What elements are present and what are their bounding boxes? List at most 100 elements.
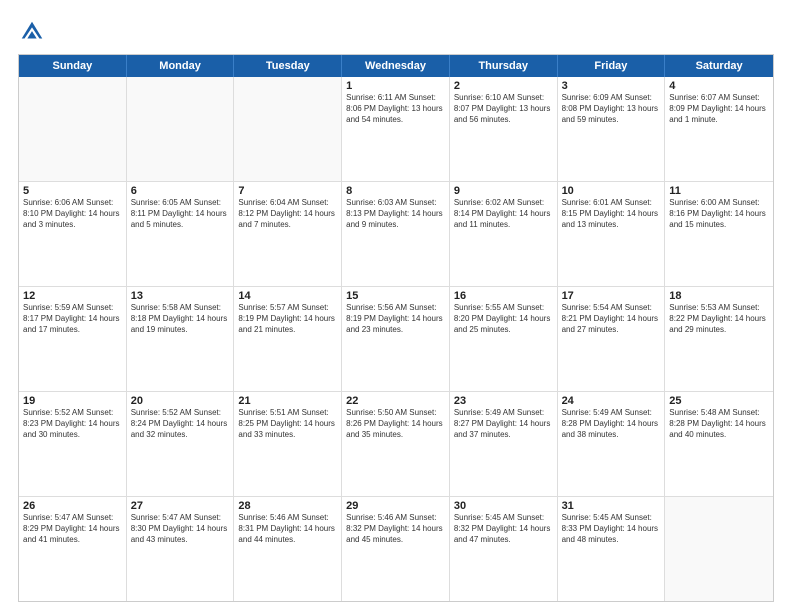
calendar-page: SundayMondayTuesdayWednesdayThursdayFrid… [0,0,792,612]
day-info: Sunrise: 5:47 AM Sunset: 8:30 PM Dayligh… [131,513,230,545]
day-info: Sunrise: 6:09 AM Sunset: 8:08 PM Dayligh… [562,93,661,125]
calendar-cell: 29Sunrise: 5:46 AM Sunset: 8:32 PM Dayli… [342,497,450,601]
day-number: 21 [238,395,337,407]
day-number: 8 [346,185,445,197]
calendar-row-4: 19Sunrise: 5:52 AM Sunset: 8:23 PM Dayli… [19,392,773,497]
day-number: 5 [23,185,122,197]
day-number: 2 [454,80,553,92]
day-number: 26 [23,500,122,512]
calendar-row-1: 1Sunrise: 6:11 AM Sunset: 8:06 PM Daylig… [19,77,773,182]
calendar-cell: 9Sunrise: 6:02 AM Sunset: 8:14 PM Daylig… [450,182,558,286]
calendar-cell: 11Sunrise: 6:00 AM Sunset: 8:16 PM Dayli… [665,182,773,286]
calendar-cell: 14Sunrise: 5:57 AM Sunset: 8:19 PM Dayli… [234,287,342,391]
day-number: 31 [562,500,661,512]
day-info: Sunrise: 6:07 AM Sunset: 8:09 PM Dayligh… [669,93,769,125]
calendar-cell: 5Sunrise: 6:06 AM Sunset: 8:10 PM Daylig… [19,182,127,286]
calendar-cell: 6Sunrise: 6:05 AM Sunset: 8:11 PM Daylig… [127,182,235,286]
day-info: Sunrise: 5:50 AM Sunset: 8:26 PM Dayligh… [346,408,445,440]
calendar-header: SundayMondayTuesdayWednesdayThursdayFrid… [19,55,773,77]
day-number: 28 [238,500,337,512]
day-info: Sunrise: 6:11 AM Sunset: 8:06 PM Dayligh… [346,93,445,125]
day-number: 22 [346,395,445,407]
day-header-monday: Monday [127,55,235,77]
day-info: Sunrise: 6:00 AM Sunset: 8:16 PM Dayligh… [669,198,769,230]
day-number: 24 [562,395,661,407]
calendar-cell: 10Sunrise: 6:01 AM Sunset: 8:15 PM Dayli… [558,182,666,286]
page-header [18,18,774,46]
day-number: 16 [454,290,553,302]
day-number: 20 [131,395,230,407]
calendar-cell [234,77,342,181]
day-number: 29 [346,500,445,512]
day-number: 15 [346,290,445,302]
day-number: 6 [131,185,230,197]
calendar-cell [665,497,773,601]
calendar-cell: 8Sunrise: 6:03 AM Sunset: 8:13 PM Daylig… [342,182,450,286]
calendar-row-3: 12Sunrise: 5:59 AM Sunset: 8:17 PM Dayli… [19,287,773,392]
day-number: 12 [23,290,122,302]
day-info: Sunrise: 5:51 AM Sunset: 8:25 PM Dayligh… [238,408,337,440]
calendar-cell: 4Sunrise: 6:07 AM Sunset: 8:09 PM Daylig… [665,77,773,181]
calendar-cell: 22Sunrise: 5:50 AM Sunset: 8:26 PM Dayli… [342,392,450,496]
calendar-cell: 20Sunrise: 5:52 AM Sunset: 8:24 PM Dayli… [127,392,235,496]
day-header-tuesday: Tuesday [234,55,342,77]
day-info: Sunrise: 5:52 AM Sunset: 8:23 PM Dayligh… [23,408,122,440]
calendar-cell: 18Sunrise: 5:53 AM Sunset: 8:22 PM Dayli… [665,287,773,391]
logo-icon [18,18,46,46]
day-info: Sunrise: 5:46 AM Sunset: 8:32 PM Dayligh… [346,513,445,545]
day-header-sunday: Sunday [19,55,127,77]
day-info: Sunrise: 5:47 AM Sunset: 8:29 PM Dayligh… [23,513,122,545]
day-header-saturday: Saturday [665,55,773,77]
calendar-cell: 30Sunrise: 5:45 AM Sunset: 8:32 PM Dayli… [450,497,558,601]
day-number: 9 [454,185,553,197]
logo [18,18,50,46]
calendar-cell: 15Sunrise: 5:56 AM Sunset: 8:19 PM Dayli… [342,287,450,391]
day-info: Sunrise: 5:49 AM Sunset: 8:28 PM Dayligh… [562,408,661,440]
calendar-cell: 24Sunrise: 5:49 AM Sunset: 8:28 PM Dayli… [558,392,666,496]
calendar-cell [19,77,127,181]
day-info: Sunrise: 5:53 AM Sunset: 8:22 PM Dayligh… [669,303,769,335]
day-info: Sunrise: 6:02 AM Sunset: 8:14 PM Dayligh… [454,198,553,230]
day-info: Sunrise: 5:59 AM Sunset: 8:17 PM Dayligh… [23,303,122,335]
day-header-thursday: Thursday [450,55,558,77]
calendar-cell: 31Sunrise: 5:45 AM Sunset: 8:33 PM Dayli… [558,497,666,601]
day-number: 7 [238,185,337,197]
calendar-cell: 26Sunrise: 5:47 AM Sunset: 8:29 PM Dayli… [19,497,127,601]
day-number: 18 [669,290,769,302]
day-info: Sunrise: 5:45 AM Sunset: 8:33 PM Dayligh… [562,513,661,545]
day-header-wednesday: Wednesday [342,55,450,77]
calendar-cell: 16Sunrise: 5:55 AM Sunset: 8:20 PM Dayli… [450,287,558,391]
day-number: 19 [23,395,122,407]
day-info: Sunrise: 5:57 AM Sunset: 8:19 PM Dayligh… [238,303,337,335]
day-number: 13 [131,290,230,302]
day-info: Sunrise: 5:49 AM Sunset: 8:27 PM Dayligh… [454,408,553,440]
day-info: Sunrise: 6:06 AM Sunset: 8:10 PM Dayligh… [23,198,122,230]
day-number: 1 [346,80,445,92]
day-info: Sunrise: 5:46 AM Sunset: 8:31 PM Dayligh… [238,513,337,545]
calendar-cell: 1Sunrise: 6:11 AM Sunset: 8:06 PM Daylig… [342,77,450,181]
calendar-cell: 21Sunrise: 5:51 AM Sunset: 8:25 PM Dayli… [234,392,342,496]
day-number: 10 [562,185,661,197]
calendar-cell: 12Sunrise: 5:59 AM Sunset: 8:17 PM Dayli… [19,287,127,391]
day-number: 27 [131,500,230,512]
day-info: Sunrise: 6:01 AM Sunset: 8:15 PM Dayligh… [562,198,661,230]
day-number: 25 [669,395,769,407]
day-info: Sunrise: 5:58 AM Sunset: 8:18 PM Dayligh… [131,303,230,335]
calendar-cell: 2Sunrise: 6:10 AM Sunset: 8:07 PM Daylig… [450,77,558,181]
day-info: Sunrise: 5:54 AM Sunset: 8:21 PM Dayligh… [562,303,661,335]
day-info: Sunrise: 5:52 AM Sunset: 8:24 PM Dayligh… [131,408,230,440]
day-number: 4 [669,80,769,92]
day-number: 3 [562,80,661,92]
calendar: SundayMondayTuesdayWednesdayThursdayFrid… [18,54,774,602]
calendar-cell: 7Sunrise: 6:04 AM Sunset: 8:12 PM Daylig… [234,182,342,286]
calendar-cell: 28Sunrise: 5:46 AM Sunset: 8:31 PM Dayli… [234,497,342,601]
day-number: 11 [669,185,769,197]
day-number: 23 [454,395,553,407]
calendar-cell: 13Sunrise: 5:58 AM Sunset: 8:18 PM Dayli… [127,287,235,391]
calendar-cell: 19Sunrise: 5:52 AM Sunset: 8:23 PM Dayli… [19,392,127,496]
day-header-friday: Friday [558,55,666,77]
day-info: Sunrise: 5:45 AM Sunset: 8:32 PM Dayligh… [454,513,553,545]
calendar-cell: 25Sunrise: 5:48 AM Sunset: 8:28 PM Dayli… [665,392,773,496]
day-info: Sunrise: 6:04 AM Sunset: 8:12 PM Dayligh… [238,198,337,230]
calendar-cell: 27Sunrise: 5:47 AM Sunset: 8:30 PM Dayli… [127,497,235,601]
